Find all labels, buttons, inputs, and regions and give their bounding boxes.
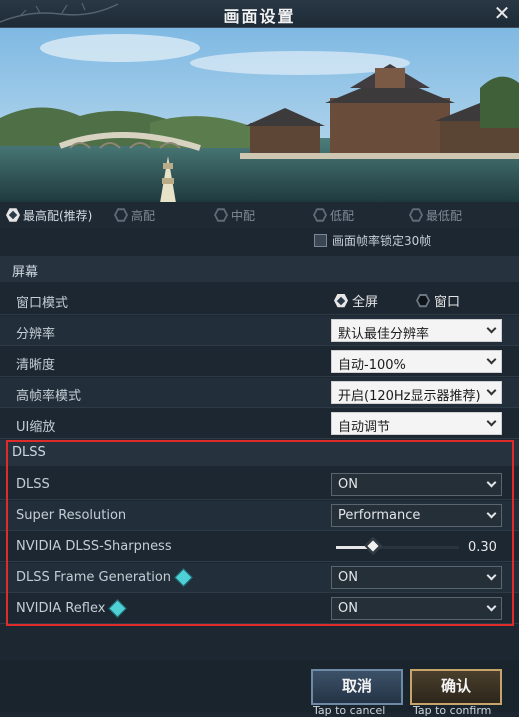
preset-lowest[interactable]: 最低配 [409, 206, 462, 224]
preset-high[interactable]: 高配 [114, 206, 155, 224]
radio-icon [416, 293, 430, 308]
chevron-down-icon [486, 416, 497, 427]
row-clarity: 清晰度 自动-100% [0, 347, 519, 377]
section-header-dlss: DLSS [0, 440, 519, 466]
radio-icon [313, 208, 327, 222]
frame-lock-label: 画面帧率锁定30帧 [332, 234, 432, 248]
close-icon[interactable]: ✕ [491, 2, 513, 24]
sharpness-slider-thumb[interactable] [364, 537, 382, 555]
row-super-resolution: Super Resolution Performance [0, 501, 519, 531]
row-ui-scale: UI缩放 自动调节 [0, 409, 519, 439]
row-window-mode: 窗口模式 全屏 窗口 [0, 285, 519, 315]
chevron-down-icon [486, 477, 497, 488]
sharpness-label: NVIDIA DLSS-Sharpness [16, 539, 172, 554]
ui-scale-dropdown[interactable]: 自动调节 [331, 412, 502, 435]
chevron-down-icon [486, 601, 497, 612]
clarity-dropdown[interactable]: 自动-100% [331, 350, 502, 373]
checkbox-icon [314, 234, 327, 247]
radio-icon [114, 208, 128, 222]
confirm-button[interactable]: 确认 [410, 669, 502, 705]
frame-generation-label-wrap: DLSS Frame Generation [16, 568, 193, 587]
super-resolution-label: Super Resolution [16, 508, 127, 523]
window-title: 画面设置 [223, 7, 296, 26]
confirm-hint: Tap to confirm [413, 704, 492, 717]
fullscreen-label: 全屏 [352, 295, 379, 310]
chevron-down-icon [486, 508, 497, 519]
frame-lock-checkbox[interactable]: 画面帧率锁定30帧 [314, 232, 431, 249]
window-mode-windowed[interactable]: 窗口 [416, 291, 460, 310]
chevron-down-icon [486, 570, 497, 581]
dlss-dropdown[interactable]: ON [331, 473, 502, 496]
row-resolution: 分辨率 默认最佳分辨率 [0, 316, 519, 346]
clarity-label: 清晰度 [16, 358, 56, 373]
dlss-label: DLSS [16, 477, 50, 492]
super-resolution-value: Performance [338, 508, 421, 523]
row-dlss: DLSS ON [0, 470, 519, 500]
dlss-value: ON [338, 477, 358, 492]
nvidia-diamond-icon [174, 568, 193, 587]
quality-preset-bar: 最高配(推荐) 高配 中配 低配 最低配 [0, 202, 519, 228]
preset-label: 高配 [131, 208, 156, 223]
reflex-value: ON [338, 601, 358, 616]
preset-highest-recommended[interactable]: 最高配(推荐) [6, 206, 92, 224]
clarity-value: 自动-100% [338, 358, 406, 373]
high-fps-value: 开启(120Hz显示器推荐) [338, 389, 481, 404]
resolution-label: 分辨率 [16, 327, 56, 342]
preset-label: 中配 [231, 208, 256, 223]
radio-selected-icon [334, 293, 348, 308]
preset-label: 低配 [330, 208, 355, 223]
sharpness-value: 0.30 [468, 540, 497, 555]
radio-icon [214, 208, 228, 222]
reflex-label-wrap: NVIDIA Reflex [16, 599, 128, 618]
high-fps-dropdown[interactable]: 开启(120Hz显示器推荐) [331, 381, 502, 404]
preset-label: 最高配(推荐) [23, 208, 93, 223]
high-fps-label: 高帧率模式 [16, 389, 82, 404]
row-frame-generation: DLSS Frame Generation ON [0, 563, 519, 593]
chevron-down-icon [486, 385, 497, 396]
title-bar: 画面设置 ✕ [0, 0, 519, 28]
preset-low[interactable]: 低配 [313, 206, 354, 224]
cancel-button[interactable]: 取消 [311, 669, 403, 705]
radio-icon [409, 208, 423, 222]
frame-generation-label: DLSS Frame Generation [16, 570, 172, 585]
radio-selected-icon [6, 208, 20, 222]
window-mode-label: 窗口模式 [16, 296, 69, 311]
row-high-fps: 高帧率模式 开启(120Hz显示器推荐) [0, 378, 519, 408]
resolution-dropdown[interactable]: 默认最佳分辨率 [331, 319, 502, 342]
row-reflex: NVIDIA Reflex ON [0, 594, 519, 624]
footer-bar: 取消 Tap to cancel 确认 Tap to confirm [0, 660, 519, 717]
super-resolution-dropdown[interactable]: Performance [331, 504, 502, 527]
frame-generation-value: ON [338, 570, 358, 585]
preset-medium[interactable]: 中配 [214, 206, 255, 224]
ui-scale-value: 自动调节 [338, 420, 391, 435]
reflex-label: NVIDIA Reflex [16, 601, 106, 616]
row-sharpness: NVIDIA DLSS-Sharpness 0.30 [0, 532, 519, 562]
chevron-down-icon [486, 323, 497, 334]
section-header-screen: 屏幕 [0, 256, 519, 282]
sharpness-slider-track[interactable] [336, 546, 459, 549]
windowed-label: 窗口 [434, 295, 461, 310]
chevron-down-icon [486, 354, 497, 365]
preset-label: 最低配 [426, 208, 463, 223]
preview-image [0, 28, 519, 202]
cancel-hint: Tap to cancel [313, 704, 386, 717]
resolution-value: 默认最佳分辨率 [338, 327, 430, 342]
reflex-dropdown[interactable]: ON [331, 597, 502, 620]
frame-generation-dropdown[interactable]: ON [331, 566, 502, 589]
ui-scale-label: UI缩放 [16, 420, 56, 435]
nvidia-diamond-icon [108, 599, 128, 618]
window-mode-fullscreen[interactable]: 全屏 [334, 291, 378, 310]
